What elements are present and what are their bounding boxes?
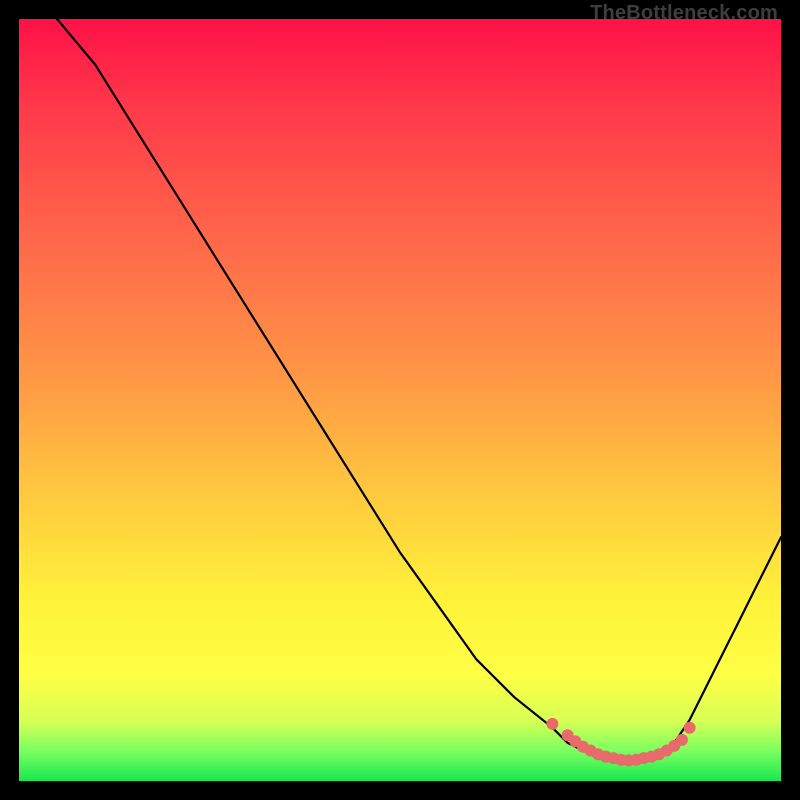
trough-markers — [546, 718, 695, 767]
chart-frame: TheBottleneck.com — [0, 0, 800, 800]
main-curve-line — [57, 19, 781, 764]
curve-svg — [19, 19, 781, 781]
trough-marker — [684, 722, 696, 734]
plot-area — [19, 19, 781, 781]
trough-marker — [546, 718, 558, 730]
trough-marker — [676, 734, 688, 746]
